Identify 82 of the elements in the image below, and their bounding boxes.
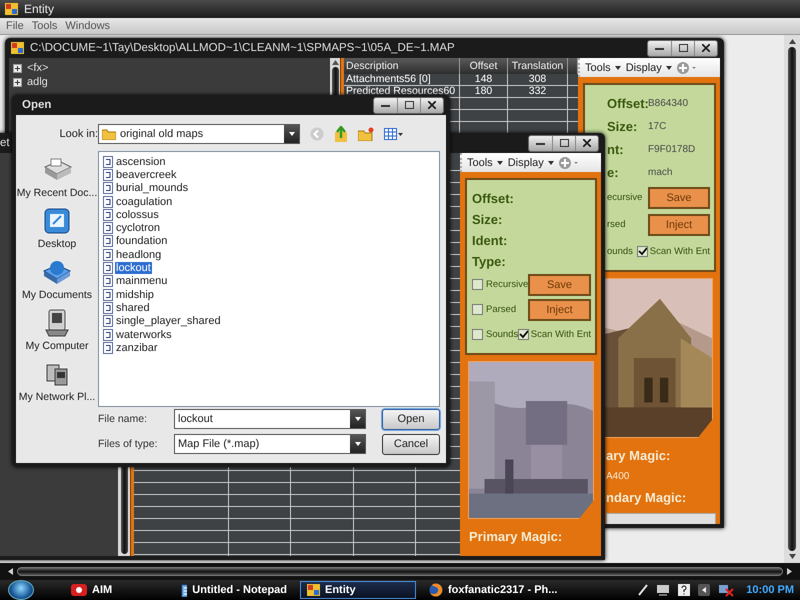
list-entry[interactable]: lockout [115,262,152,274]
save-button[interactable]: Save [528,274,591,296]
table-cell: 332 [508,86,568,97]
place-label[interactable]: My Documents [22,289,92,301]
checkbox-label: Sounds [486,329,518,340]
clock: 10:00 PM [746,584,794,596]
look-in-label: Look in: [59,128,98,140]
list-entry[interactable]: waterworks [115,328,173,340]
field-value: B864340 [648,98,688,109]
menu-item[interactable]: Windows [65,20,110,32]
dialog-title: Open [22,99,52,111]
list-entry[interactable]: mainmenu [115,275,168,288]
file-type-label: Files of type: [98,438,159,450]
window-title: C:\DOCUME~1\Tay\Desktop\ALLMOD~1\CLEANM~1\SPMAPS~1\05A_DE~1.MAP [30,42,456,54]
column-header[interactable]: Offset [460,58,508,74]
list-entry[interactable]: foundation [115,235,168,248]
menu-item[interactable]: File [6,20,24,32]
checkbox-label: ecursive [607,192,642,203]
place-label[interactable]: My Recent Doc... [16,187,98,199]
table-cell: 180 [460,86,508,97]
list-entry[interactable]: cyclotron [115,222,162,234]
inject-button[interactable]: Inject [648,214,710,236]
field-label: nt: [607,142,625,157]
window-title: et [0,137,11,149]
checkbox-label: rsed [607,219,626,230]
file-type-dropdown[interactable]: Map File (*.map) [174,434,366,454]
list-entry[interactable]: headlong [115,248,162,261]
checkbox-label: Parsed [486,304,516,315]
menu-item[interactable]: Tools [32,20,58,32]
field-label: Type: [472,254,507,269]
field-label: e: [607,165,620,180]
table-cell: 148 [460,74,508,85]
column-header[interactable]: Description [344,58,460,74]
field-label: Offset: [472,191,515,206]
field-label: Size: [472,212,504,227]
place-label[interactable]: Desktop [38,238,76,250]
magic-value: A400 [606,471,630,482]
checkbox-label: Recursive [486,279,528,290]
table-cell: Attachments56 [0] [344,74,460,85]
look-in-dropdown[interactable]: original old maps [98,124,300,144]
place-label[interactable]: My Network Pl... [18,391,96,403]
list-entry[interactable]: colossus [115,208,160,221]
list-entry[interactable]: zanzibar [115,342,159,354]
taskbar-button[interactable]: AIM [64,581,168,599]
field-value: mach [648,167,672,178]
field-value: 17C [648,121,666,132]
column-header[interactable]: Translation [508,58,568,74]
list-entry[interactable]: beavercreek [115,168,178,181]
tree-item[interactable]: <fx> [27,62,48,74]
app-title: Entity [24,2,54,16]
field-value: F9F0178D [648,144,696,155]
taskbar-button[interactable]: Entity [300,581,416,599]
file-name-field[interactable]: lockout [174,409,366,429]
checkbox-label: Scan With Ent [650,246,710,257]
list-entry[interactable]: single_player_shared [115,315,222,328]
list-entry[interactable]: shared [115,302,151,314]
field-label: Size: [607,119,638,134]
save-button[interactable]: Save [648,186,710,208]
toolbar-menu[interactable]: Display [626,62,672,74]
file-name-label: File name: [98,413,148,425]
checkbox-label: ounds [607,246,633,257]
inject-button[interactable]: Inject [528,298,591,320]
cancel-button[interactable]: Cancel [382,434,440,454]
taskbar-button[interactable]: foxfanatic2317 - Ph... [422,581,556,599]
toolbar-menu[interactable]: Tools [467,156,503,168]
toolbar-menu[interactable]: Display [508,156,554,168]
place-label[interactable]: My Computer [25,340,88,352]
field-label: Offset: [607,96,648,111]
magic-label: ndary Magic: [606,490,688,505]
table-cell: 308 [508,74,568,85]
open-button[interactable]: Open [382,408,440,430]
list-entry[interactable]: coagulation [115,196,174,208]
field-label: Ident: [472,233,508,248]
list-entry[interactable]: midship [115,288,155,301]
magic-label: Primary Magic: [469,529,564,544]
magic-label: ary Magic: [606,448,672,463]
taskbar-button[interactable]: Untitled - Notepad [174,581,294,599]
checkbox-label: Scan With Ent [530,329,591,340]
list-entry[interactable]: ascension [115,156,167,168]
toolbar-menu[interactable]: Tools [585,62,621,74]
tree-item[interactable]: adlg [27,76,48,88]
list-entry[interactable]: burial_mounds [115,182,190,194]
